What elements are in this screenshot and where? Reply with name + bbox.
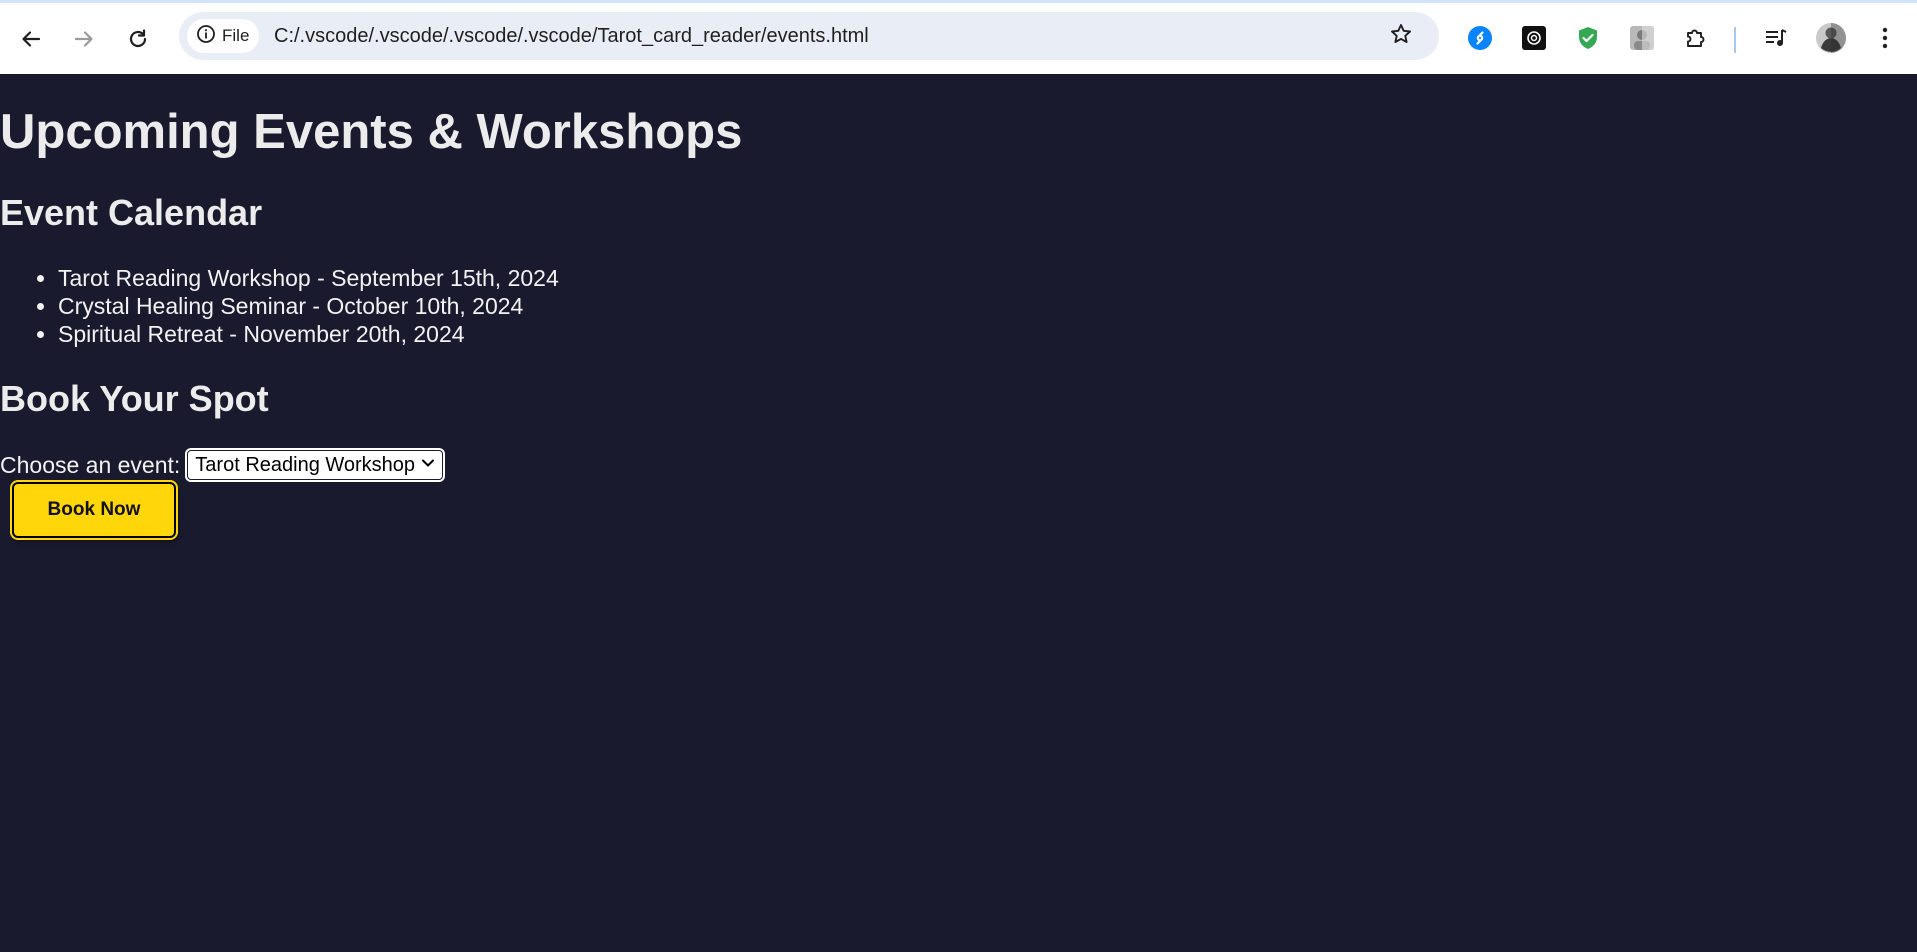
chatgpt-extension-button[interactable] [1520, 25, 1548, 56]
chevron-down-icon [420, 454, 436, 477]
profile-image-icon [1629, 25, 1655, 56]
kebab-menu-icon [1872, 25, 1898, 56]
info-icon [196, 24, 216, 49]
back-button[interactable] [14, 22, 48, 56]
list-item: Spiritual Retreat - November 20th, 2024 [58, 320, 559, 348]
book-now-button[interactable]: Book Now [12, 482, 176, 538]
chatgpt-icon [1521, 25, 1547, 56]
event-list: Tarot Reading Workshop - September 15th,… [0, 264, 559, 348]
shield-check-icon [1575, 25, 1601, 56]
extensions-button[interactable] [1682, 26, 1710, 54]
shazam-extension-button[interactable] [1466, 25, 1494, 56]
page-content: Upcoming Events & Workshops Event Calend… [0, 74, 1917, 952]
site-info-chip[interactable]: File [187, 19, 259, 53]
event-calendar-heading: Event Calendar [0, 192, 263, 233]
url-text[interactable]: C:/.vscode/.vscode/.vscode/.vscode/Tarot… [274, 25, 869, 48]
book-your-spot-heading: Book Your Spot [0, 378, 269, 419]
puzzle-icon [1683, 25, 1709, 56]
site-chip-label: File [222, 26, 250, 45]
arrow-left-icon [20, 28, 42, 50]
event-select-row: Choose an event: Tarot Reading Workshop [0, 450, 444, 480]
star-icon [1389, 22, 1413, 51]
event-select[interactable]: Tarot Reading Workshop [187, 450, 444, 480]
shazam-icon [1467, 25, 1493, 56]
chrome-menu-button[interactable] [1871, 26, 1899, 54]
browser-toolbar: File C:/.vscode/.vscode/.vscode/.vscode/… [0, 0, 1917, 74]
list-item: Crystal Healing Seminar - October 10th, … [58, 292, 559, 320]
bookmark-button[interactable] [1386, 21, 1416, 51]
shield-extension-button[interactable] [1574, 26, 1602, 54]
forward-button[interactable] [67, 22, 101, 56]
media-controls-button[interactable] [1762, 26, 1790, 54]
reload-button[interactable] [121, 22, 155, 56]
avatar [1815, 22, 1847, 59]
media-controls-icon [1763, 25, 1789, 56]
page-title: Upcoming Events & Workshops [0, 105, 743, 159]
address-bar[interactable]: File C:/.vscode/.vscode/.vscode/.vscode/… [179, 12, 1439, 60]
toolbar-divider [1734, 27, 1736, 53]
event-select-value: Tarot Reading Workshop [195, 453, 416, 476]
event-select-label: Choose an event: [0, 451, 181, 478]
arrow-right-icon [73, 28, 95, 50]
list-item: Tarot Reading Workshop - September 15th,… [58, 264, 559, 292]
profile-image-extension-button[interactable] [1628, 25, 1656, 56]
reload-icon [127, 28, 149, 50]
profile-button[interactable] [1815, 22, 1847, 59]
